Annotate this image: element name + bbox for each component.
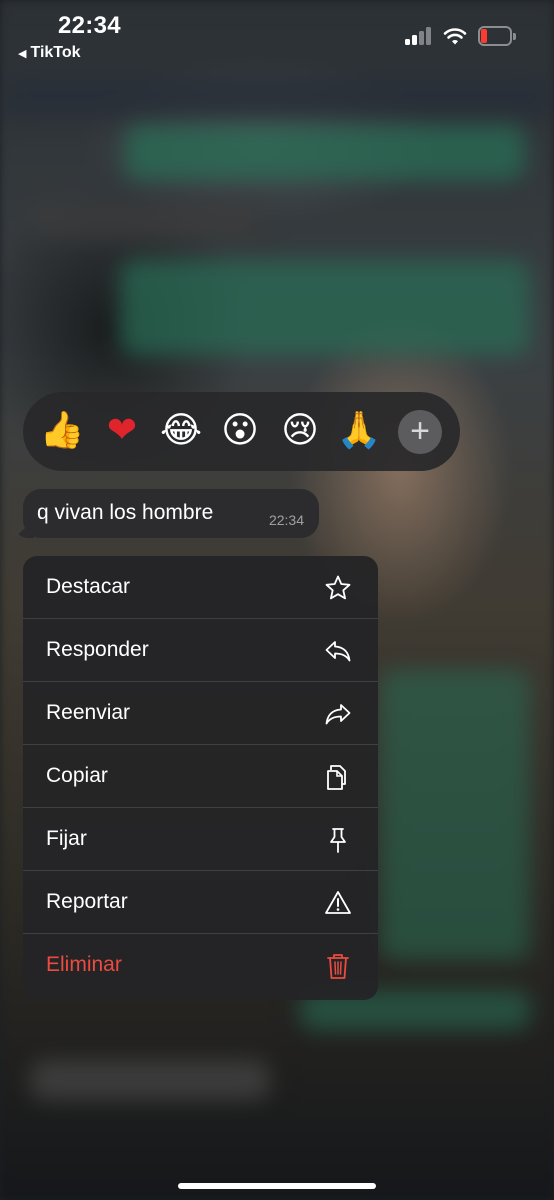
back-app-label: TikTok [30, 44, 81, 61]
menu-item-label: Fijar [46, 827, 87, 850]
thumbs-up-reaction[interactable]: 👍 [37, 406, 87, 456]
surprised-reaction[interactable]: 😮 [215, 406, 265, 456]
message-context-menu: Destacar Responder Reenviar Copiar Fijar [23, 556, 378, 1000]
message-text: q vivan los hombre [37, 501, 214, 524]
folded-hands-reaction[interactable]: 🙏 [334, 406, 384, 456]
copy-icon [323, 762, 353, 792]
blurred-bubble [125, 125, 525, 180]
menu-item-eliminar[interactable]: Eliminar [23, 934, 378, 997]
blurred-bubble [120, 260, 530, 355]
menu-item-label: Responder [46, 638, 149, 661]
blurred-bubble [30, 200, 260, 240]
menu-item-copiar[interactable]: Copiar [23, 745, 378, 808]
blurred-bubble [380, 670, 530, 960]
menu-item-destacar[interactable]: Destacar [23, 556, 378, 619]
menu-item-label: Destacar [46, 575, 131, 598]
wifi-icon [443, 26, 467, 46]
reply-icon [323, 636, 353, 666]
menu-item-label: Eliminar [46, 953, 122, 976]
menu-item-label: Reportar [46, 890, 128, 913]
forward-icon [323, 699, 353, 729]
reaction-bar: 👍 ❤ 😂 😮 😢 🙏 + [23, 392, 460, 471]
menu-item-responder[interactable]: Responder [23, 619, 378, 682]
menu-item-reenviar[interactable]: Reenviar [23, 682, 378, 745]
blurred-header [0, 75, 554, 120]
message-timestamp: 22:34 [268, 512, 304, 528]
star-icon [323, 573, 353, 603]
status-time: 22:34 [58, 12, 121, 39]
battery-icon [478, 26, 516, 46]
menu-item-label: Copiar [46, 764, 108, 787]
back-arrow-icon: ◀ [18, 48, 27, 60]
status-bar: 22:34 ◀ TikTok [0, 0, 554, 70]
pin-icon [323, 825, 353, 855]
tears-of-joy-reaction[interactable]: 😂 [156, 406, 206, 456]
crying-reaction[interactable]: 😢 [275, 406, 325, 456]
menu-item-reportar[interactable]: Reportar [23, 871, 378, 934]
heart-reaction[interactable]: ❤ [97, 406, 147, 456]
blurred-input-bar [30, 1060, 270, 1100]
home-indicator[interactable] [178, 1183, 376, 1189]
message-bubble[interactable]: q vivan los hombre 22:34 [23, 489, 319, 538]
menu-item-label: Reenviar [46, 701, 131, 724]
back-to-app-link[interactable]: ◀ TikTok [18, 44, 81, 62]
menu-item-fijar[interactable]: Fijar [23, 808, 378, 871]
cellular-signal-icon [405, 27, 433, 45]
trash-icon [323, 951, 353, 981]
add-reaction-button[interactable]: + [398, 410, 442, 454]
warning-icon [323, 888, 353, 918]
